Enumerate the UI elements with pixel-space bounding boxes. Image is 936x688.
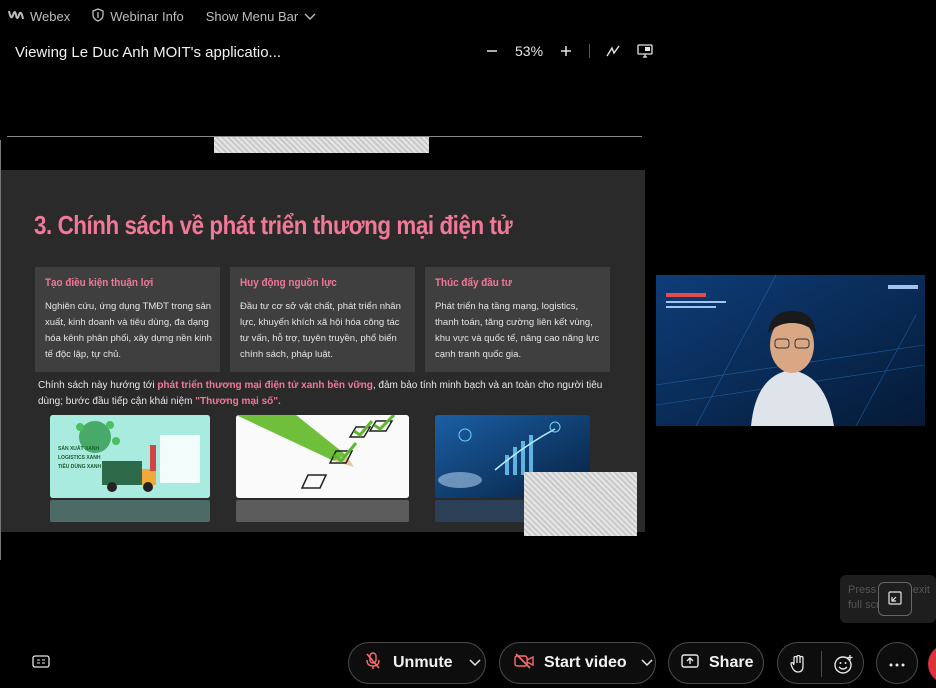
display-view-icon[interactable]: [636, 42, 654, 60]
green-list-item: SẢN XUẤT XANH: [58, 446, 100, 452]
policy-box-heading: Thúc đẩy đầu tư: [435, 277, 513, 289]
webinar-info-button[interactable]: Webinar Info: [92, 7, 184, 25]
policy-box-2: Huy động nguồn lực Đầu tư cơ sở vật chất…: [230, 267, 415, 372]
share-hidden-region-top: [214, 137, 429, 153]
participant-video-tile[interactable]: [656, 275, 925, 426]
captions-icon[interactable]: [32, 655, 50, 674]
leave-button[interactable]: [928, 644, 936, 684]
viewing-title: Viewing Le Duc Anh MOIT's applicatio...: [15, 44, 282, 61]
top-bar: Webex Webinar Info Show Menu Bar: [0, 0, 936, 32]
webinar-info-label: Webinar Info: [110, 8, 184, 24]
shield-icon: [92, 7, 104, 25]
slide-title: 3. Chính sách về phát triển thương mại đ…: [34, 210, 513, 240]
chevron-down-icon[interactable]: [469, 654, 481, 672]
zoom-level: 53%: [515, 43, 544, 59]
share-button[interactable]: Share: [668, 642, 764, 684]
green-logistics-image: SẢN XUẤT XANH LOGISTICS XANH TIÊU DÙNG X…: [50, 415, 210, 498]
policy-box-body: Đầu tư cơ sở vật chất, phát triển nhân l…: [240, 301, 401, 360]
reactions-group: [777, 642, 864, 684]
chevron-down-icon: [304, 9, 316, 24]
exit-fullscreen-button[interactable]: [878, 582, 912, 616]
policy-box-heading: Huy động nguồn lực: [240, 277, 337, 289]
webex-logo-icon: [8, 9, 24, 24]
toolbar-divider: [589, 44, 591, 58]
summary-text: Chính sách này hướng tới: [38, 380, 158, 391]
fullscreen-toast: Press Esc to exit full screen: [840, 575, 936, 623]
reactions-divider: [821, 651, 822, 677]
policy-box-body: Phát triển hạ tầng mạng, logistics, than…: [435, 301, 600, 360]
viewer-toolbar: Viewing Le Duc Anh MOIT's applicatio... …: [0, 36, 653, 70]
microphone-muted-icon: [365, 651, 381, 675]
zoom-out-icon[interactable]: [483, 42, 501, 60]
video-off-icon: [514, 652, 534, 674]
show-menu-bar-label: Show Menu Bar: [205, 8, 299, 24]
start-video-button[interactable]: Start video: [499, 642, 656, 684]
policy-box-body: Nghiên cứu, ứng dụng TMĐT trong sản xuất…: [45, 301, 212, 360]
share-hidden-region-bottom: [524, 472, 637, 536]
zoom-controls: 53%: [483, 42, 654, 60]
chevron-down-icon[interactable]: [641, 654, 653, 672]
summary-text: .: [277, 396, 281, 407]
more-dots-icon: [889, 654, 905, 672]
policy-box-3: Thúc đẩy đầu tư Phát triển hạ tầng mạng,…: [425, 267, 610, 372]
raise-hand-icon[interactable]: [790, 654, 806, 678]
share-screen-icon: [681, 653, 699, 674]
exit-fullscreen-icon: [888, 590, 902, 608]
zoom-in-icon[interactable]: [557, 42, 575, 60]
unmute-label: Unmute: [393, 654, 453, 671]
show-menu-bar-button[interactable]: Show Menu Bar: [206, 9, 317, 24]
image-reflection: [50, 500, 210, 522]
annotate-icon[interactable]: [604, 42, 622, 60]
green-list: SẢN XUẤT XANH LOGISTICS XANH TIÊU DÙNG X…: [58, 445, 101, 472]
meeting-controls-bar: Unmute Start video Share: [0, 640, 936, 688]
webex-app-label[interactable]: Webex: [8, 9, 70, 24]
image-reflection: [236, 500, 409, 522]
start-video-label: Start video: [544, 654, 627, 671]
emoji-reaction-icon[interactable]: [834, 654, 854, 679]
share-label: Share: [709, 654, 754, 671]
summary-highlight: phát triển thương mại điện tử xanh bền v…: [157, 380, 373, 391]
slide-summary-paragraph: Chính sách này hướng tới phát triển thươ…: [38, 378, 618, 410]
policy-box-1: Tạo điều kiện thuận lợi Nghiên cứu, ứng …: [35, 267, 220, 372]
green-list-item: LOGISTICS XANH: [58, 455, 101, 461]
app-name: Webex: [30, 8, 71, 24]
policy-box-heading: Tạo điều kiện thuận lợi: [45, 277, 154, 289]
more-options-button[interactable]: [876, 642, 918, 684]
unmute-button[interactable]: Unmute: [348, 642, 486, 684]
summary-highlight: "Thương mại số": [195, 396, 278, 407]
green-list-item: TIÊU DÙNG XANH: [58, 464, 102, 470]
checklist-image: [236, 415, 409, 498]
